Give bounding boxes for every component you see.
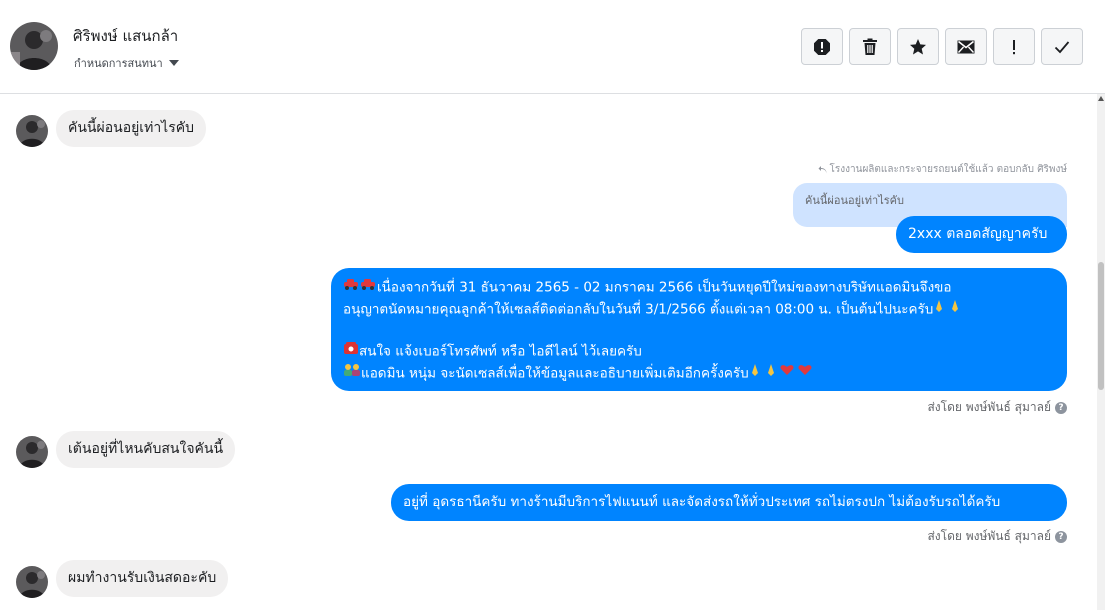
reply-note-text: โรงงานผลิตและกระจายรถยนต์ใช้แล้ว ตอบกลับ… (829, 164, 1067, 175)
sent-by-text: ส่งโดย พงษ์พันธ์ สุมาลย์ (927, 529, 1051, 543)
mail-icon (957, 40, 975, 53)
outgoing-message: 2xxx ตลอดสัญญาครับ (896, 216, 1067, 253)
message-text: เนื่องจากวันที่ 31 ธันวาคม 2565 - 02 มกร… (377, 279, 952, 296)
outgoing-message: อยู่ที่ อุดรธานีครับ ทางร้านมีบริการไฟแน… (391, 484, 1067, 521)
star-icon (910, 38, 926, 54)
contact-avatar-small[interactable] (16, 436, 48, 468)
outgoing-message-long: เนื่องจากวันที่ 31 ธันวาคม 2565 - 02 มกร… (331, 268, 1067, 391)
incoming-message: ผมทำงานรับเงินสดอะคับ (56, 560, 229, 597)
sent-by-label: ส่งโดย พงษ์พันธ์ สุมาลย์ ? (927, 398, 1067, 417)
message-line: สนใจ แจ้งเบอร์โทรศัพท์ หรือ ไอดีไลน์ ไว้… (343, 341, 1055, 363)
help-icon[interactable]: ? (1055, 401, 1067, 414)
people-emoji-icon (343, 363, 361, 384)
message-line: อนุญาตนัดหมายคุณลูกค้าให้เซลส์ติดต่อกลับ… (343, 299, 1055, 321)
mark-unread-button[interactable] (945, 28, 987, 65)
reply-arrow-icon (818, 165, 827, 173)
contact-avatar[interactable] (10, 22, 58, 70)
message-line: เนื่องจากวันที่ 31 ธันวาคม 2565 - 02 มกร… (343, 277, 1055, 299)
contact-avatar-small[interactable] (16, 566, 48, 598)
incoming-message: คันนี้ผ่อนอยู่เท่าไรคับ (56, 110, 206, 147)
conversation-settings-dropdown[interactable]: กำหนดการสนทนา (74, 54, 179, 72)
message-line: แอดมิน หนุ่ม จะนัดเซลส์เพื่อให้ข้อมูลและ… (343, 363, 1055, 385)
incoming-message: เต้นอยู่ที่ไหนคับสนใจคันนี้ (56, 431, 236, 468)
report-button[interactable] (801, 28, 843, 65)
report-icon (814, 38, 830, 55)
reply-note: โรงงานผลิตและกระจายรถยนต์ใช้แล้ว ตอบกลับ… (818, 162, 1067, 177)
caret-down-icon (168, 60, 179, 66)
check-icon (1054, 40, 1070, 53)
delete-button[interactable] (849, 28, 891, 65)
trash-icon (863, 38, 877, 55)
conversation-settings-label: กำหนดการสนทนา (74, 57, 163, 70)
sent-by-text: ส่งโดย พงษ์พันธ์ สุมาลย์ (927, 400, 1051, 414)
star-button[interactable] (897, 28, 939, 65)
important-icon (1013, 39, 1015, 54)
contact-avatar-small[interactable] (16, 115, 48, 147)
telephone-emoji-icon (343, 341, 359, 362)
message-text: แอดมิน หนุ่ม จะนัดเซลส์เพื่อให้ข้อมูลและ… (361, 365, 749, 381)
conversation-header: ศิริพงษ์ แสนกล้า กำหนดการสนทนา (0, 0, 1105, 94)
message-text: อนุญาตนัดหมายคุณลูกค้าให้เซลส์ติดต่อกลับ… (343, 301, 934, 317)
pray-heart-emoji-icon (749, 363, 815, 384)
help-icon[interactable]: ? (1055, 530, 1067, 543)
contact-name[interactable]: ศิริพงษ์ แสนกล้า (73, 24, 178, 48)
car-emoji-icon (343, 277, 377, 298)
done-button[interactable] (1041, 28, 1083, 65)
message-thread[interactable]: คันนี้ผ่อนอยู่เท่าไรคับ โรงงานผลิตและกระ… (0, 94, 1105, 610)
message-text: สนใจ แจ้งเบอร์โทรศัพท์ หรือ ไอดีไลน์ ไว้… (359, 343, 642, 360)
sent-by-label: ส่งโดย พงษ์พันธ์ สุมาลย์ ? (927, 527, 1067, 546)
important-button[interactable] (993, 28, 1035, 65)
pray-emoji-icon (933, 299, 965, 320)
